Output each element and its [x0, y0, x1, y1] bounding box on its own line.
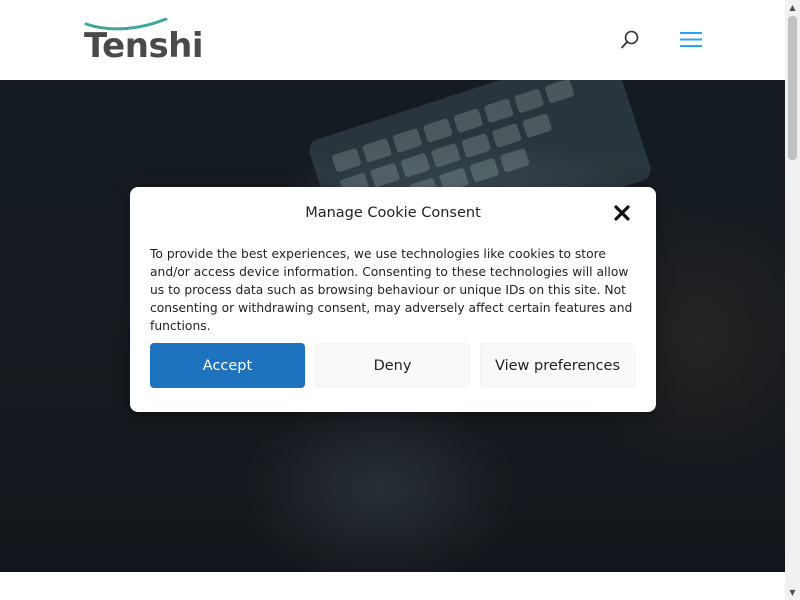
- site-header: Tenshi: [0, 0, 785, 80]
- search-icon[interactable]: [618, 28, 642, 52]
- vertical-scrollbar[interactable]: ▲ ▼: [785, 0, 800, 600]
- scroll-up-arrow-icon[interactable]: ▲: [785, 0, 800, 15]
- dialog-title: Manage Cookie Consent: [305, 205, 481, 221]
- scrollbar-thumb[interactable]: [788, 16, 797, 160]
- dialog-message: To provide the best experiences, we use …: [150, 247, 633, 333]
- view-preferences-button[interactable]: View preferences: [480, 343, 635, 388]
- hamburger-menu-icon[interactable]: [679, 29, 703, 51]
- accept-button[interactable]: Accept: [150, 343, 305, 388]
- logo-text: Tenshi: [84, 26, 204, 66]
- cookie-consent-dialog: Manage Cookie Consent To provide the bes…: [130, 187, 656, 412]
- page-content-below-hero: [0, 572, 785, 600]
- page: Tenshi ▲ ▼ Manage Cookie Consent To prov…: [0, 0, 800, 600]
- deny-button[interactable]: Deny: [315, 343, 470, 388]
- scroll-down-arrow-icon[interactable]: ▼: [785, 585, 800, 600]
- close-icon[interactable]: [611, 202, 633, 224]
- site-logo[interactable]: Tenshi: [84, 18, 204, 66]
